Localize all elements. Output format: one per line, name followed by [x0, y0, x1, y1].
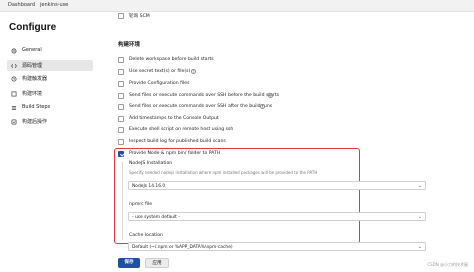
sidebar-item-environment[interactable]: 构建环境	[7, 88, 93, 99]
section-title-build-environment: 构建环境	[118, 42, 141, 48]
nodejs-installation-label: NodeJS Installation	[129, 161, 173, 166]
sidebar-item-label: Build Steps	[22, 104, 51, 110]
cache-location-select[interactable]: Default (~/.npm or %APP_DATA%\npm-cache)…	[128, 242, 426, 251]
sidebar-item-triggers[interactable]: 构建触发器	[7, 73, 93, 84]
option-label: Execute shell script on remote host usin…	[129, 127, 234, 132]
sidebar-item-source-code[interactable]: 源码管理	[7, 60, 93, 71]
sidebar-item-label: 构建环境	[22, 91, 43, 97]
watermark: CSDN @小刀的技术屋	[427, 262, 468, 267]
sidebar-item-label: 构建后操作	[22, 119, 48, 125]
sidebar-item-label: General	[22, 47, 42, 53]
chevron-down-icon: ⌄	[417, 183, 422, 189]
option-label: Delete workspace before build starts	[129, 57, 214, 62]
npmrc-file-select[interactable]: - use system default - ⌄	[128, 212, 426, 221]
panel-divider	[122, 162, 123, 240]
option-label: Use secret text(s) or file(s)	[129, 69, 191, 74]
help-icon[interactable]: ?	[268, 93, 273, 98]
checkbox[interactable]	[118, 116, 124, 122]
option-label: Provide Configuration files	[129, 81, 190, 86]
breadcrumb-separator-icon: ›	[33, 1, 36, 8]
option-label: Send files or execute commands over SSH …	[129, 104, 273, 109]
checkbox[interactable]	[118, 139, 124, 145]
checkbox-checked[interactable]	[118, 151, 124, 157]
chevron-down-icon: ⌄	[417, 244, 422, 250]
sidebar-item-post-build[interactable]: 构建后操作	[7, 116, 93, 127]
sidebar-item-label: 构建触发器	[22, 76, 48, 82]
build-steps-icon	[11, 106, 17, 110]
sidebar-item-build-steps[interactable]: Build Steps	[7, 102, 93, 113]
checkbox[interactable]	[118, 57, 124, 63]
option-label: Inspect build log for published build sc…	[129, 139, 226, 144]
checkbox[interactable]	[118, 127, 124, 133]
breadcrumb-dashboard[interactable]: Dashboard	[8, 2, 35, 8]
nodejs-installation-select[interactable]: NodeJs 14.16.0 ⌄	[128, 181, 426, 190]
sidebar-item-general[interactable]: General	[7, 45, 93, 56]
option-label: 轮询 SCM	[129, 14, 150, 19]
source-code-icon	[11, 64, 17, 68]
help-icon[interactable]: ?	[260, 104, 265, 109]
checkbox[interactable]	[118, 69, 124, 75]
select-value: NodeJs 14.16.0	[132, 183, 166, 189]
option-label: Add timestamps to the Console Output	[129, 116, 219, 121]
cache-location-label: Cache location	[129, 233, 163, 238]
checkbox[interactable]	[118, 13, 124, 19]
nodejs-installation-help: Specify needed nodejs installation where…	[129, 170, 318, 175]
npmrc-file-label: npmrc file	[129, 202, 153, 207]
option-label: Send files or execute commands over SSH …	[129, 93, 280, 98]
option-label: Provide Node & npm bin/ folder to PATH	[129, 151, 221, 156]
apply-button[interactable]: 应用	[145, 258, 169, 268]
chevron-down-icon: ⌄	[417, 214, 422, 220]
help-icon[interactable]: ?	[191, 69, 196, 74]
sidebar-item-label: 源码管理	[22, 63, 43, 69]
select-value: - use system default -	[132, 214, 180, 220]
checkbox[interactable]	[118, 93, 124, 99]
select-value: Default (~/.npm or %APP_DATA%\npm-cache)	[132, 244, 233, 250]
checkbox[interactable]	[118, 81, 124, 87]
breadcrumb-bar: Dashboard › jenkins-use ›	[0, 0, 474, 12]
environment-icon	[11, 91, 17, 97]
page-title: Configure	[9, 22, 57, 33]
checkbox[interactable]	[118, 104, 124, 110]
post-build-icon	[11, 119, 17, 125]
breadcrumb-separator-icon: ›	[64, 1, 67, 8]
trigger-icon	[11, 76, 17, 82]
gear-icon	[11, 48, 17, 54]
save-button[interactable]: 保存	[118, 258, 140, 268]
